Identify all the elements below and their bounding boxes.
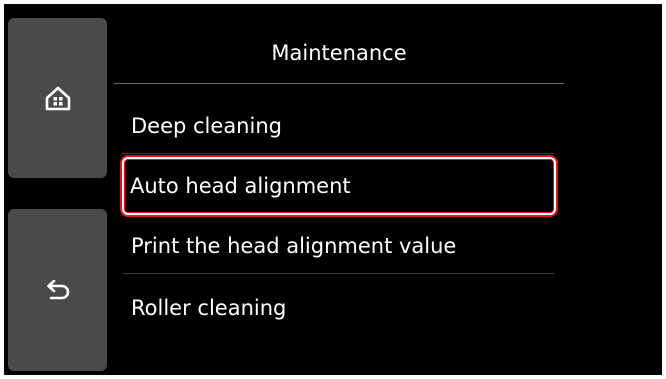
menu-item-auto-head-alignment[interactable]: Auto head alignment [114,157,564,213]
home-icon [45,85,71,111]
title-divider [114,83,564,84]
home-button[interactable] [8,18,107,178]
menu-item-label: Deep cleaning [131,114,282,138]
screen-title: Maintenance [271,41,407,65]
menu-item-label: Auto head alignment [130,174,351,198]
menu-divider [122,153,554,154]
menu-item-deep-cleaning[interactable]: Deep cleaning [114,98,564,154]
menu-item-print-head-alignment-value[interactable]: Print the head alignment value [114,218,564,274]
menu-item-label: Roller cleaning [131,296,287,320]
maintenance-menu: Deep cleaning Auto head alignment Print … [114,94,564,375]
menu-divider [122,273,554,274]
menu-item-label: Print the head alignment value [131,234,457,258]
printer-lcd-screen: Maintenance Deep cleaning Auto head alig… [4,4,662,375]
menu-item-roller-cleaning[interactable]: Roller cleaning [114,282,564,338]
back-arrow-icon [45,280,71,300]
back-button[interactable] [8,209,107,371]
